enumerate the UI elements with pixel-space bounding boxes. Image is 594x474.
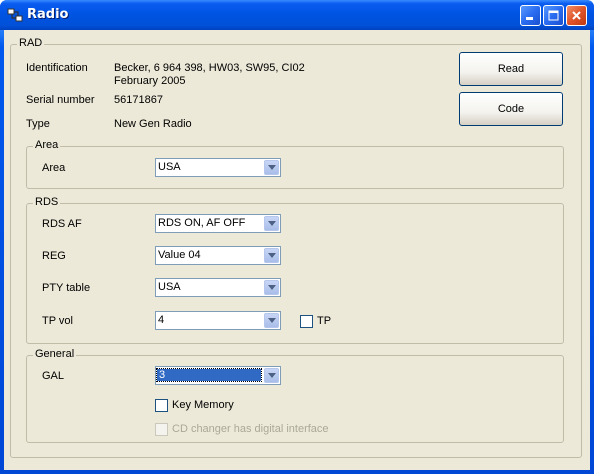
chevron-down-icon [267, 285, 276, 290]
cd-changer-label: CD changer has digital interface [172, 423, 329, 435]
minimize-icon [526, 17, 533, 20]
reg-select-value: Value 04 [158, 249, 201, 261]
key-memory-label[interactable]: Key Memory [172, 399, 234, 411]
tp-checkbox[interactable] [300, 315, 313, 328]
minimize-button[interactable] [520, 5, 541, 26]
key-memory-checkbox[interactable] [155, 399, 168, 412]
maximize-icon [548, 10, 559, 21]
pty-table-select[interactable]: USA [155, 278, 281, 297]
pty-table-select-value: USA [158, 281, 181, 293]
tp-vol-select-value: 4 [158, 314, 165, 326]
tp-vol-dropdown-button[interactable] [264, 313, 279, 328]
tp-checkbox-label[interactable]: TP [317, 315, 331, 327]
identification-value: Becker, 6 964 398, HW03, SW95, CI02 [114, 62, 305, 74]
rds-af-select-value: RDS ON, AF OFF [158, 217, 246, 229]
window-title: Radio [27, 7, 69, 22]
cd-changer-checkbox [155, 423, 168, 436]
read-button[interactable]: Read [459, 52, 563, 86]
rds-af-dropdown-button[interactable] [264, 216, 279, 231]
area-group: Area [26, 139, 564, 189]
tp-vol-select[interactable]: 4 [155, 311, 281, 330]
code-button-label: Code [497, 103, 525, 115]
chevron-down-icon [267, 253, 276, 258]
area-label: Area [42, 162, 66, 174]
rds-group-label: RDS [33, 196, 61, 208]
chevron-down-icon [267, 221, 276, 226]
area-dropdown-button[interactable] [264, 160, 279, 175]
maximize-button[interactable] [543, 5, 564, 26]
rds-group: RDS [26, 196, 564, 344]
general-group-label: General [33, 348, 77, 360]
chevron-down-icon [267, 165, 276, 170]
rds-af-select[interactable]: RDS ON, AF OFF [155, 214, 281, 233]
gal-select-value: 3 [156, 368, 262, 382]
area-select-value: USA [158, 161, 181, 173]
chevron-down-icon [267, 373, 276, 378]
rad-group-label: RAD [17, 37, 45, 49]
reg-label: REG [42, 250, 66, 262]
chevron-down-icon [267, 318, 276, 323]
identification-label: Identification [26, 62, 88, 74]
gal-select[interactable]: 3 [155, 366, 281, 385]
code-button[interactable]: Code [459, 92, 563, 126]
pty-table-label: PTY table [42, 282, 91, 294]
reg-select[interactable]: Value 04 [155, 246, 281, 265]
radio-window: Radio RAD Identification Becker, 6 964 3… [0, 0, 594, 474]
gal-label: GAL [42, 370, 65, 382]
dialog-client-area: RAD Identification Becker, 6 964 398, HW… [4, 30, 590, 470]
close-icon [572, 11, 581, 20]
read-button-label: Read [497, 63, 525, 75]
close-button[interactable] [566, 5, 587, 26]
reg-dropdown-button[interactable] [264, 248, 279, 263]
gal-dropdown-button[interactable] [264, 368, 279, 383]
serial-number-value: 56171867 [114, 94, 163, 106]
tp-vol-label: TP vol [42, 315, 73, 327]
app-icon [7, 8, 23, 22]
area-select[interactable]: USA [155, 158, 281, 177]
identification-date: February 2005 [114, 75, 186, 87]
serial-number-label: Serial number [26, 94, 95, 106]
area-group-label: Area [33, 139, 61, 151]
type-value: New Gen Radio [114, 118, 192, 130]
rds-af-label: RDS AF [42, 218, 82, 230]
type-label: Type [26, 118, 50, 130]
pty-table-dropdown-button[interactable] [264, 280, 279, 295]
title-bar[interactable]: Radio [0, 0, 594, 30]
